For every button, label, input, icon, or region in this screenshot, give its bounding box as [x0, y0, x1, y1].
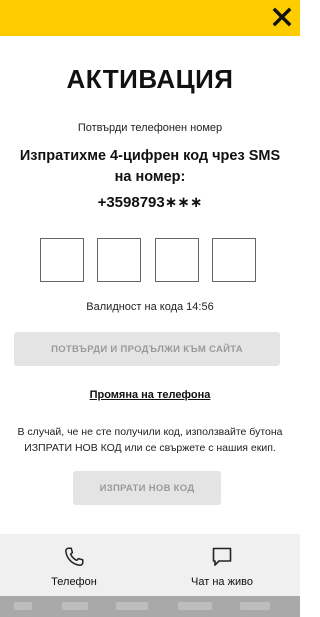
phone-icon — [62, 545, 86, 569]
code-digit-1[interactable] — [40, 238, 84, 282]
code-digit-2[interactable] — [97, 238, 142, 282]
page-title: АКТИВАЦИЯ — [66, 64, 234, 94]
live-chat-label: Чат на живо — [191, 576, 253, 588]
phone-contact-label: Телефон — [51, 576, 97, 588]
background-nav-item — [116, 602, 148, 610]
background-nav-item — [14, 602, 32, 610]
code-digit-3[interactable] — [154, 238, 199, 282]
chat-icon — [210, 545, 234, 569]
close-button[interactable] — [270, 5, 294, 29]
activation-panel: АКТИВАЦИЯ Потвърди телефонен номер Изпра… — [0, 36, 300, 534]
bottom-bar: Телефон Чат на живо — [0, 534, 300, 596]
resend-code-button[interactable]: ИЗПРАТИ НОВ КОД — [73, 471, 221, 505]
help-text: В случай, че не сте получили код, използ… — [17, 426, 283, 454]
background-nav-bar — [0, 596, 300, 617]
phone-contact-button[interactable]: Телефон — [14, 534, 134, 596]
phone-number: +3598793∗∗∗ — [97, 194, 203, 211]
change-phone-link[interactable]: Промяна на телефона — [0, 389, 300, 401]
sms-sent-message: Изпратихме 4-цифрен код чрез SMS на номе… — [19, 148, 281, 185]
code-input-group — [40, 238, 256, 282]
top-bar — [0, 0, 300, 36]
code-digit-4[interactable] — [211, 238, 256, 282]
background-nav-item — [62, 602, 88, 610]
confirm-button[interactable]: ПОТВЪРДИ И ПРОДЪЛЖИ КЪМ САЙТА — [14, 332, 280, 366]
close-icon — [272, 7, 292, 27]
background-nav-item — [178, 602, 212, 610]
subtitle: Потвърди телефонен номер — [77, 122, 223, 134]
background-nav-item — [240, 602, 270, 610]
code-validity: Валидност на кода 14:56 — [86, 301, 214, 313]
live-chat-button[interactable]: Чат на живо — [162, 534, 282, 596]
